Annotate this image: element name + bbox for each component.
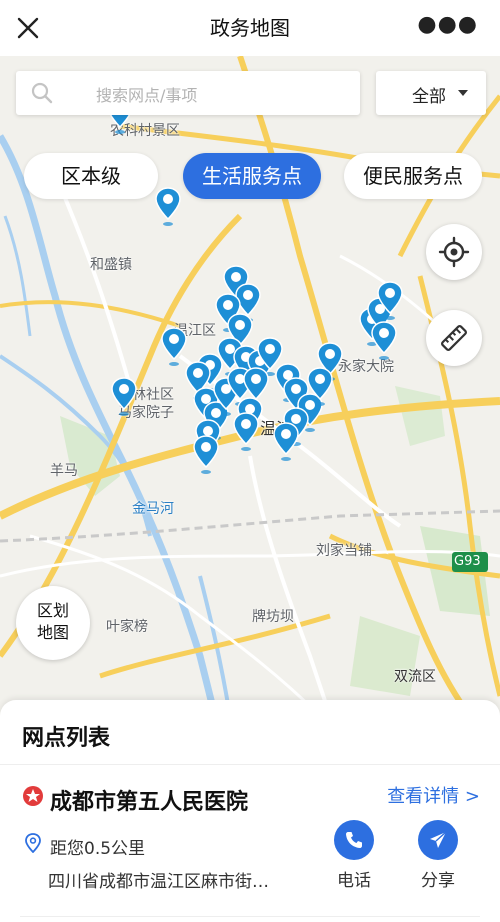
map-marker-pin[interactable] [376,280,404,320]
more-options-icon[interactable]: ●●● [417,12,478,37]
label-heshengzhen: 和盛镇 [90,257,132,273]
label-liujiadangpu: 刘家当铺 [316,543,372,559]
map-marker-pin[interactable] [370,320,398,360]
map-marker-pin[interactable] [232,411,260,451]
category-filter-dropdown[interactable]: 全部 [376,71,486,115]
label-jinmahe: 金马河 [132,501,174,517]
search-icon [30,81,54,105]
phone-icon [334,820,374,860]
search-input[interactable]: 搜索网点/事项 [96,82,197,106]
map-marker-pin[interactable] [110,376,138,416]
label-paifangba: 牌坊坝 [252,609,294,625]
map-marker-pin[interactable] [306,366,334,406]
locate-me-button[interactable] [426,224,482,280]
map-marker-pin[interactable] [272,421,300,461]
map-marker-pin[interactable] [192,434,220,474]
address-text: 四川省成都市温江区麻市街… [48,872,269,892]
share-button[interactable]: 分享 [408,820,468,891]
tab-district-level[interactable]: 区本级 [24,153,158,199]
top-nav-bar: 政务地图 ●●● [0,0,500,56]
district-map-button[interactable]: 区划 地图 [16,586,90,660]
view-details-link[interactable]: 查看详情 > [387,782,480,808]
label-shuangliuqu: 双流区 [394,669,436,685]
share-send-icon [418,820,458,860]
measure-ruler-button[interactable] [426,310,482,366]
filter-label: 全部 [412,87,446,107]
map-marker-pin[interactable] [154,186,182,226]
divider [0,764,500,765]
crosshair-icon [438,236,470,268]
share-label: 分享 [421,871,455,891]
tab-life-service-points[interactable]: 生活服务点 [183,153,321,199]
location-pin-icon [24,833,42,854]
call-label: 电话 [337,871,371,891]
list-title: 网点列表 [22,726,111,751]
call-button[interactable]: 电话 [324,820,384,891]
chevron-down-icon [458,90,468,96]
search-bar[interactable]: 搜索网点/事项 [16,71,360,115]
divider [20,916,480,917]
ruler-icon [441,325,467,351]
district-map-line2: 地图 [36,623,69,642]
hospital-marker-icon [22,785,44,807]
service-point-list-panel: 网点列表 成都市第五人民医院 查看详情 > 距您0.5公里 四川省成都市温江区麻… [0,700,500,922]
highway-badge-g93: G93 [454,554,481,569]
district-map-line1: 区划 [36,601,69,620]
label-yejiabang: 叶家榜 [106,619,148,635]
map-view[interactable]: 农科村景区 和盛镇 温江区 永家大院 鲁林社区 马家院子 温江 羊马 金马河 刘… [0,56,500,716]
distance-text: 距您0.5公里 [50,839,146,859]
tab-convenience-service-points[interactable]: 便民服务点 [344,153,482,199]
label-yangma: 羊马 [50,463,78,479]
service-point-name[interactable]: 成都市第五人民医院 [50,784,248,816]
